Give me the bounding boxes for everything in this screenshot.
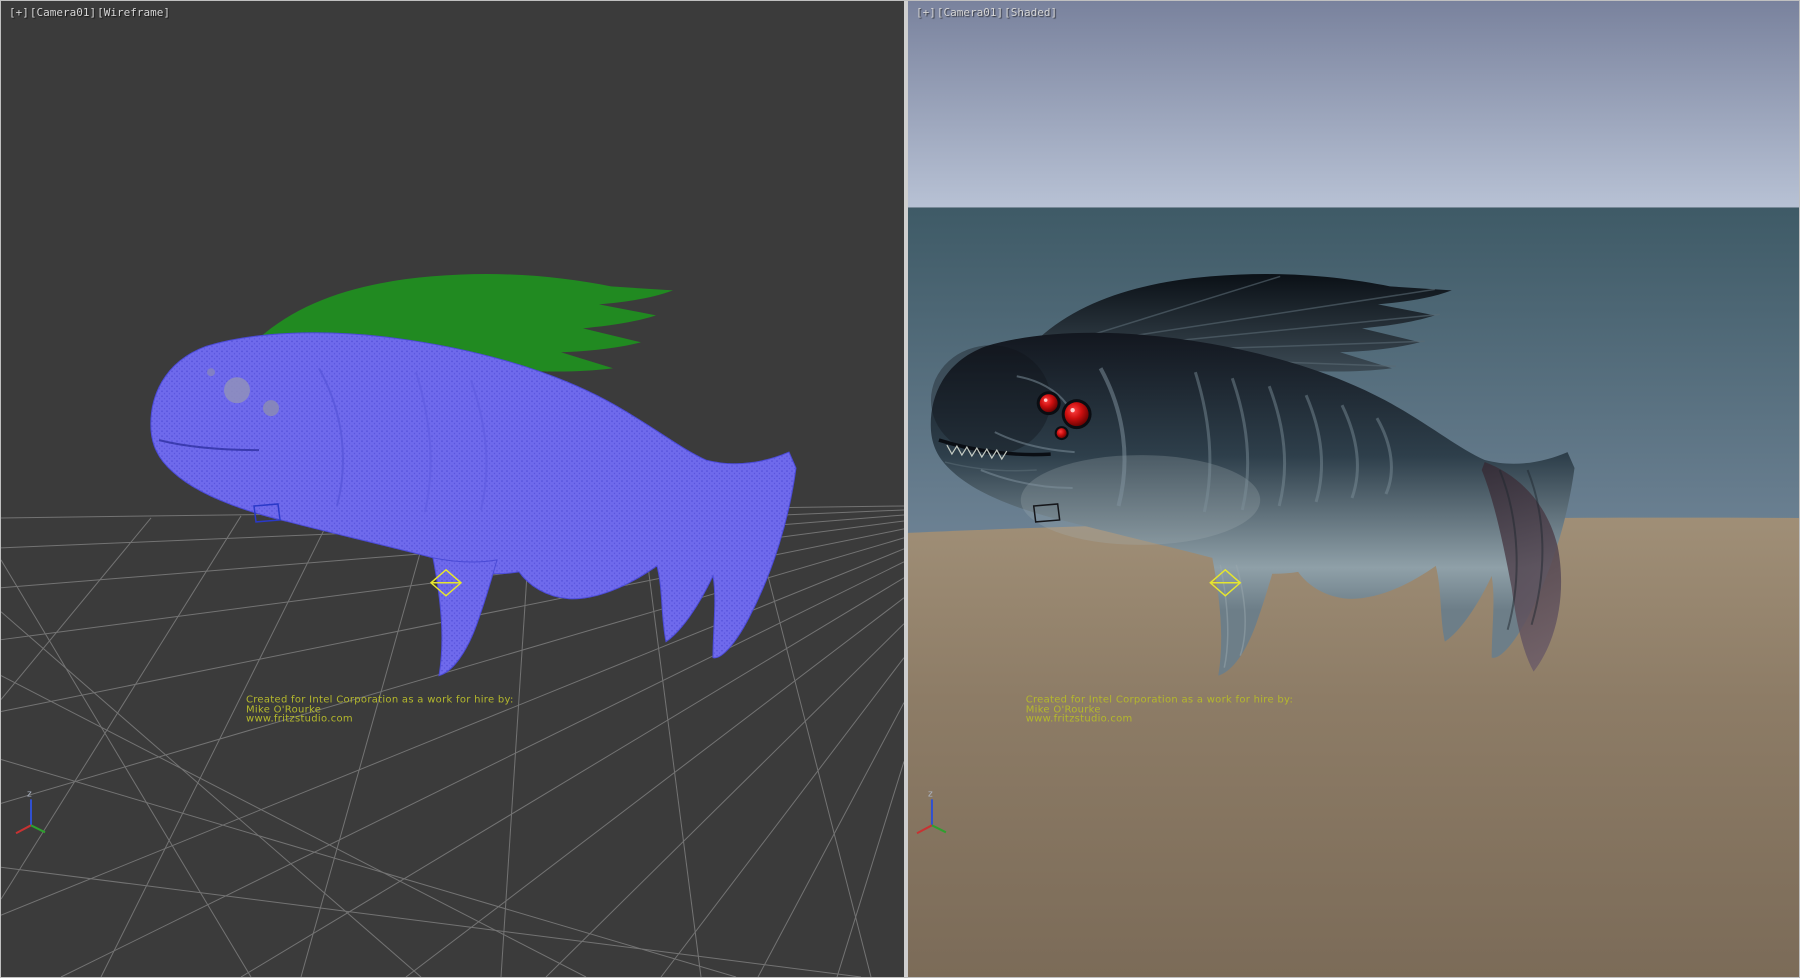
eye-spot (207, 368, 215, 376)
eye-spot (224, 377, 250, 403)
viewport-pov-menu[interactable]: [Camera01] (937, 6, 1003, 19)
viewport-shaded[interactable]: [+][Camera01][Shaded] (908, 1, 1799, 977)
sky (908, 1, 1799, 208)
axis-z-label: z (928, 789, 933, 799)
eye (1057, 428, 1067, 438)
belly-highlight (1021, 455, 1260, 545)
shaded-canvas[interactable]: Created for Intel Corporation as a work … (908, 1, 1799, 977)
credit-line3: www.fritzstudio.com (1026, 714, 1133, 725)
axis-z-label: z (27, 789, 32, 799)
viewport-general-menu[interactable]: [+] (9, 6, 29, 19)
eye (1040, 394, 1058, 412)
wireframe-canvas[interactable]: Created for Intel Corporation as a work … (1, 1, 904, 977)
viewport-shading-menu[interactable]: [Shaded] (1004, 6, 1057, 19)
dual-viewport-window: [+][Camera01][Wireframe] (0, 0, 1800, 978)
viewport-label-right: [+][Camera01][Shaded] (916, 6, 1058, 19)
eye (1065, 402, 1089, 426)
viewport-pov-menu[interactable]: [Camera01] (30, 6, 96, 19)
eye-spot (263, 400, 279, 416)
viewport-label-left: [+][Camera01][Wireframe] (9, 6, 171, 19)
credit-line3: www.fritzstudio.com (246, 714, 353, 725)
head-shadow (931, 345, 1051, 455)
viewport-general-menu[interactable]: [+] (916, 6, 936, 19)
viewport-shading-menu[interactable]: [Wireframe] (97, 6, 170, 19)
viewport-wireframe[interactable]: [+][Camera01][Wireframe] (1, 1, 904, 977)
